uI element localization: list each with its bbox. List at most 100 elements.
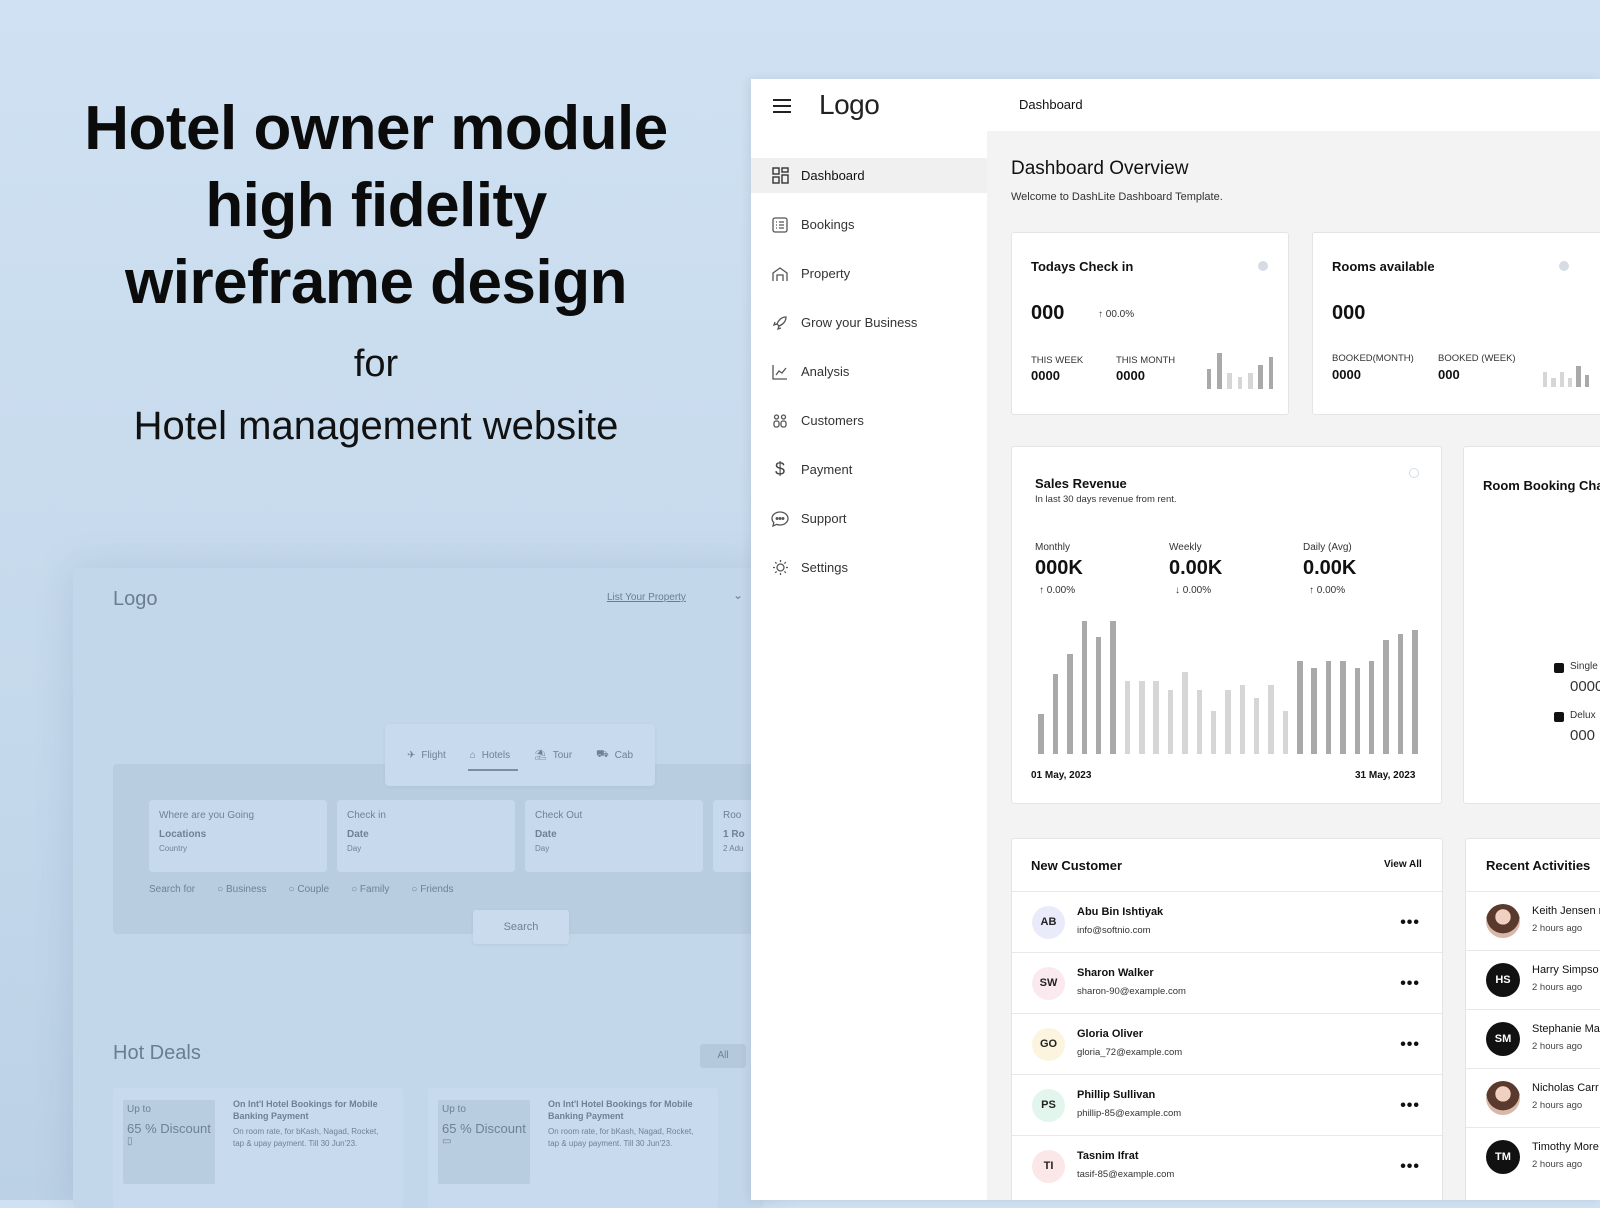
tab-flight[interactable]: ✈ Flight [405, 746, 448, 765]
gear-icon [771, 559, 789, 577]
sidebar-item-bookings[interactable]: Bookings [751, 207, 987, 242]
breadcrumb: Dashboard [1019, 97, 1083, 112]
more-options-icon[interactable]: ••• [1400, 914, 1420, 932]
sidebar-item-settings[interactable]: Settings [751, 550, 987, 585]
legend-swatch-single [1554, 663, 1564, 673]
hero-title-line2: high fidelity [205, 171, 547, 240]
list-property-link[interactable]: List Your Property [607, 592, 686, 603]
more-options-icon[interactable]: ••• [1400, 975, 1420, 993]
hamburger-menu-icon[interactable] [773, 99, 791, 113]
avatar: TM [1486, 1140, 1520, 1174]
destination-field[interactable]: Where are you Going Locations Country [149, 800, 327, 872]
table-row[interactable]: AB Abu Bin Ishtiyak info@softnio.com ••• [1012, 891, 1442, 952]
sales-revenue-chart [1034, 621, 1422, 754]
chart-bar [1052, 674, 1059, 754]
chart-bar [1206, 369, 1212, 389]
checkin-change: ↑ 00.0% [1098, 309, 1135, 320]
activity-time: 2 hours ago [1532, 1041, 1583, 1052]
sidebar-item-property[interactable]: Property [751, 256, 987, 291]
deal-text: On Int'l Hotel Bookings for Mobile Banki… [233, 1099, 379, 1148]
all-button[interactable]: All [700, 1044, 746, 1068]
search-button[interactable]: Search [473, 910, 569, 944]
legend-swatch-delux [1554, 712, 1564, 722]
list-item[interactable]: Keith Jensen r 2 hours ago [1466, 891, 1600, 950]
sidebar-item-grow-business[interactable]: Grow your Business [751, 305, 987, 340]
hero-title-line1: Hotel owner module [84, 94, 668, 163]
table-row[interactable]: TI Tasnim Ifrat tasif-85@example.com ••• [1012, 1135, 1442, 1196]
radio-business[interactable]: Business [217, 884, 267, 895]
room-booking-title: Room Booking Cha [1483, 478, 1600, 493]
tab-cab[interactable]: ⛟ Cab [594, 745, 635, 766]
deal-card[interactable]: Up to 65 % Discount ▭ On Int'l Hotel Booki… [428, 1088, 718, 1208]
chevron-down-icon[interactable]: ⌄ [733, 588, 743, 602]
sales-revenue-card: Sales Revenue In last 30 days revenue fr… [1011, 446, 1442, 804]
table-row[interactable]: GO Gloria Oliver gloria_72@example.com •… [1012, 1013, 1442, 1074]
chart-bar [1139, 680, 1145, 754]
avatar: SW [1032, 967, 1065, 1000]
chart-bar [1167, 690, 1174, 754]
checkin-field[interactable]: Check in Date Day [337, 800, 515, 872]
weekly-label: Weekly [1169, 542, 1202, 553]
list-item[interactable]: HS Harry Simpso 2 hours ago [1466, 950, 1600, 1009]
chart-bar [1247, 373, 1253, 389]
avatar: HS [1486, 963, 1520, 997]
sidebar-item-payment[interactable]: $ Payment [751, 452, 987, 487]
more-options-icon[interactable]: ••• [1400, 1097, 1420, 1115]
sidebar-item-dashboard[interactable]: Dashboard [751, 158, 987, 193]
radio-couple[interactable]: Couple [289, 884, 329, 895]
avatar [1486, 904, 1520, 938]
more-options-icon[interactable]: ••• [1400, 1158, 1420, 1176]
daily-value: 0.00K [1303, 557, 1357, 579]
list-item[interactable]: SM Stephanie Ma 2 hours ago [1466, 1009, 1600, 1068]
dashboard-logo[interactable]: Logo [819, 89, 880, 121]
monthly-label: Monthly [1035, 542, 1071, 553]
sales-subtitle: In last 30 days revenue from rent. [1035, 494, 1177, 505]
list-icon [771, 216, 789, 234]
rooms-card: Rooms available 000 BOOKED(MONTH) 0000 B… [1312, 232, 1600, 415]
sidebar-item-customers[interactable]: Customers [751, 403, 987, 438]
tab-hotels[interactable]: ⌂ Hotels [467, 746, 519, 771]
chart-bar [1225, 690, 1231, 754]
checkin-value: 000 [1031, 302, 1065, 324]
radio-friends[interactable]: Friends [411, 884, 453, 895]
more-options-icon[interactable]: ••• [1400, 1036, 1420, 1054]
chart-bar [1354, 667, 1361, 754]
rooms-mini-chart [1541, 357, 1591, 387]
checkout-field[interactable]: Check Out Date Day [525, 800, 703, 872]
deal-discount: Up to 65 % Discount ▯ [123, 1100, 215, 1184]
customer-email: tasif-85@example.com [1077, 1169, 1175, 1180]
table-row[interactable]: SW Sharon Walker sharon-90@example.com •… [1012, 952, 1442, 1013]
legend-delux-label: Delux [1570, 710, 1596, 721]
activity-name: Keith Jensen r [1532, 905, 1600, 917]
info-icon[interactable] [1409, 468, 1419, 478]
deal-card[interactable]: Up to 65 % Discount ▯ On Int'l Hotel Booki… [113, 1088, 403, 1208]
chart-line-icon [771, 363, 789, 381]
chart-bar [1239, 684, 1246, 754]
monthly-change: ↑ 0.00% [1039, 585, 1076, 596]
view-all-link[interactable]: View All [1384, 859, 1422, 870]
chart-bar [1081, 621, 1088, 754]
radio-family[interactable]: Family [351, 884, 389, 895]
legend-delux-value: 000 [1570, 727, 1596, 744]
sidebar-item-analysis[interactable]: Analysis [751, 354, 987, 389]
site-logo[interactable]: Logo [113, 588, 158, 611]
legend-single-value: 0000 [1570, 678, 1600, 695]
deal-text: On Int'l Hotel Bookings for Mobile Banki… [548, 1099, 694, 1148]
tab-tour[interactable]: ⛱ Tour [532, 746, 574, 765]
info-icon[interactable] [1559, 261, 1569, 271]
info-icon[interactable] [1258, 261, 1268, 271]
chart-bar [1217, 353, 1222, 389]
cab-icon: ⛟ [596, 748, 609, 760]
hotel-icon: ⌂ [469, 749, 476, 761]
this-month-label: THIS MONTH [1116, 355, 1176, 366]
list-item[interactable]: Nicholas Carr 2 hours ago [1466, 1068, 1600, 1127]
chart-bar [1196, 690, 1202, 754]
customer-email: info@softnio.com [1077, 925, 1151, 936]
sidebar-item-support[interactable]: Support [751, 501, 987, 536]
tour-icon: ⛱ [534, 749, 547, 761]
list-item[interactable]: TM Timothy More 2 hours ago [1466, 1127, 1600, 1186]
search-for-options: Search for Business Couple Family Friend… [149, 884, 454, 895]
table-row[interactable]: PS Phillip Sullivan phillip-85@example.c… [1012, 1074, 1442, 1135]
customer-name: Gloria Oliver [1077, 1028, 1144, 1040]
dollar-icon: $ [774, 459, 785, 479]
